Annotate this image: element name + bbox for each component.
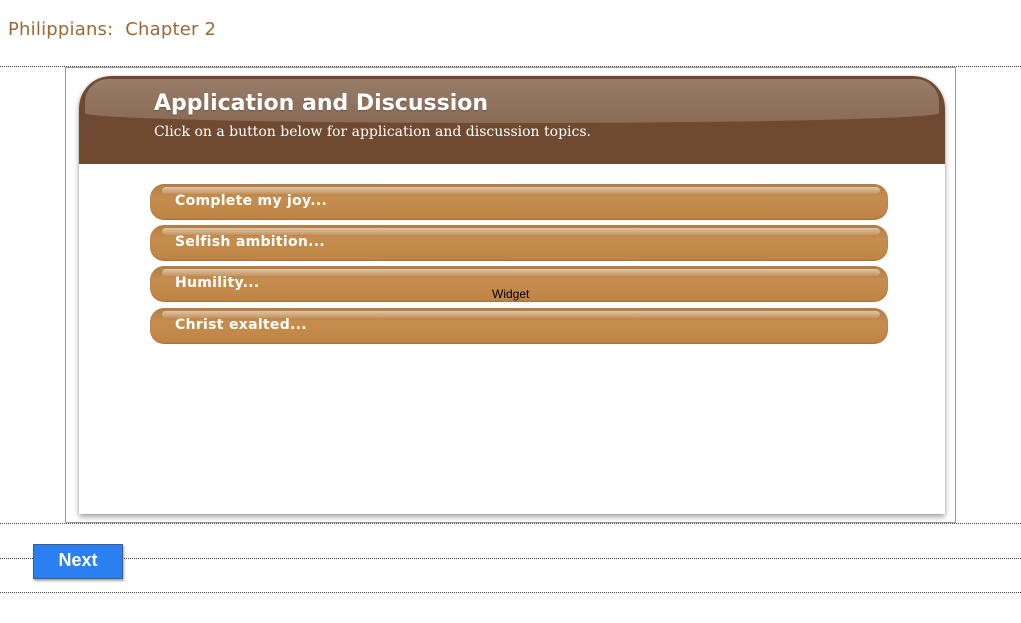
nav-divider bbox=[0, 558, 1021, 559]
topic-button-selfish-ambition[interactable]: Selfish ambition... bbox=[150, 225, 888, 261]
topic-label: Humility... bbox=[175, 275, 260, 291]
card-subtitle: Click on a button below for application … bbox=[154, 124, 591, 140]
topic-button-complete-my-joy[interactable]: Complete my joy... bbox=[150, 184, 888, 220]
next-button[interactable]: Next bbox=[33, 544, 123, 579]
topic-button-christ-exalted[interactable]: Christ exalted... bbox=[150, 308, 888, 344]
widget-label: Widget bbox=[492, 287, 530, 301]
topic-label: Selfish ambition... bbox=[175, 234, 326, 250]
page-title: Philippians: Chapter 2 bbox=[8, 19, 217, 40]
card-header: Application and Discussion Click on a bu… bbox=[79, 76, 945, 164]
bottom-divider bbox=[0, 592, 1021, 593]
content-bottom-divider bbox=[0, 523, 1021, 524]
topic-label: Complete my joy... bbox=[175, 193, 328, 209]
topic-label: Christ exalted... bbox=[175, 317, 307, 333]
card-title: Application and Discussion bbox=[154, 91, 489, 116]
